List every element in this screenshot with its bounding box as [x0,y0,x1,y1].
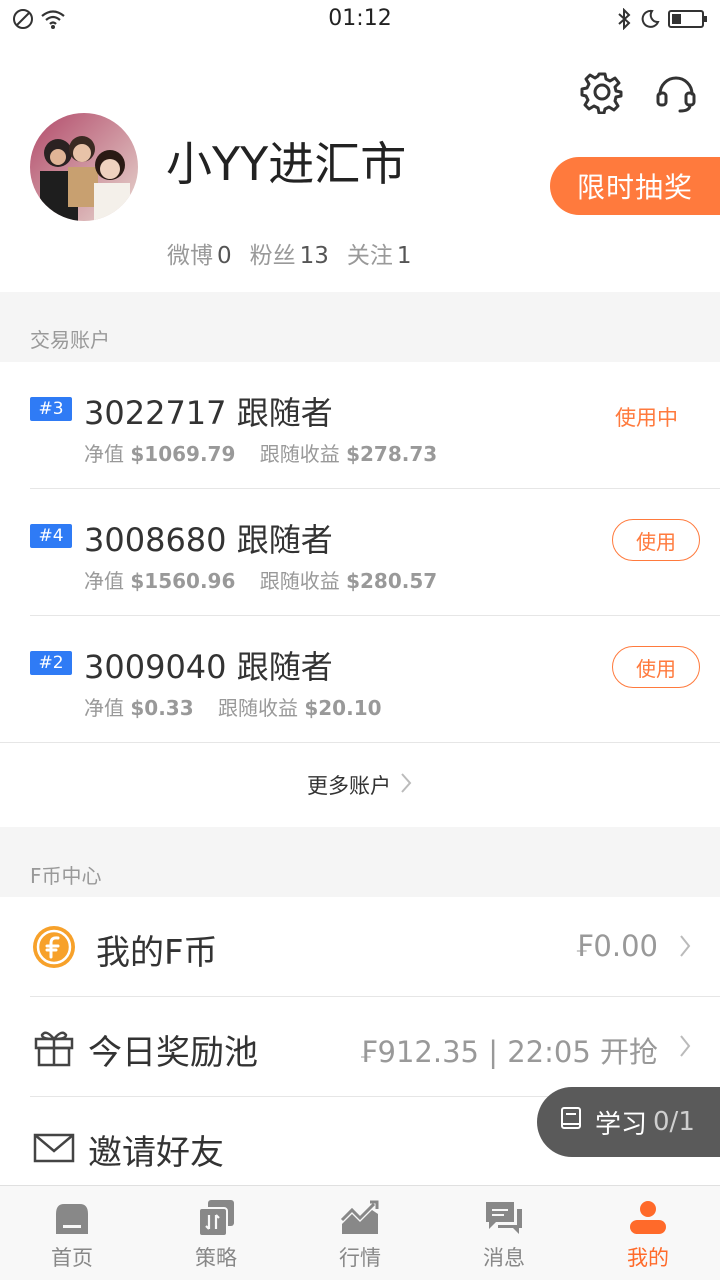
stat-value: 1 [396,243,412,269]
profile-header: 小YY进汇市 限时抽奖 微博 0 粉丝 13 关注 1 [0,40,720,292]
stat-label: 微博 [167,243,213,269]
moon-icon [640,8,660,34]
reward-pool-value: ₣912.35 | 22:05 开抢 [359,1035,658,1069]
use-account-button[interactable]: 使用 [612,646,700,688]
tab-label: 首页 [51,1246,93,1270]
book-icon [559,1106,583,1139]
gain-label: 跟随收益 [259,569,340,593]
my-fcoin-value: ₣0.00 [574,929,658,963]
fcoin-section-title: F币中心 [30,864,102,888]
reward-pool-row[interactable]: 今日奖励池 ₣912.35 | 22:05 开抢 [0,997,720,1097]
in-use-status: 使用中 [615,406,678,430]
chevron-right-icon [678,1033,692,1063]
net-value: $1069.79 [130,442,236,466]
account-row[interactable]: #4 3008680 跟随者 净值 $1560.96 跟随收益 $280.57 … [0,489,720,616]
net-value: $1560.96 [130,569,236,593]
accounts-list: #3 3022717 跟随者 净值 $1069.79 跟随收益 $278.73 … [0,362,720,827]
chat-icon [484,1198,524,1238]
account-summary: 净值 $1560.96 跟随收益 $280.57 [84,565,455,594]
top-actions [580,70,698,115]
bluetooth-icon [616,7,632,34]
account-summary: 净值 $0.33 跟随收益 $20.10 [84,692,400,721]
study-label: 学习 [595,1109,648,1140]
user-icon [628,1198,668,1238]
username: 小YY进汇市 [166,137,407,191]
net-value: $0.33 [130,696,194,720]
study-float-button[interactable]: 学习 0/1 [537,1087,720,1157]
tab-messages[interactable]: 消息 [432,1186,576,1280]
gain-label: 跟随收益 [259,442,340,466]
account-title: 3022717 跟随者 [84,394,333,432]
profile-stats: 微博 0 粉丝 13 关注 1 [167,236,412,270]
status-bar: 01:12 [0,0,720,40]
strategy-icon [196,1198,236,1238]
gain-value: $278.73 [346,442,438,466]
account-row[interactable]: #3 3022717 跟随者 净值 $1069.79 跟随收益 $278.73 … [0,362,720,489]
net-label: 净值 [84,696,124,720]
tab-market[interactable]: 行情 [288,1186,432,1280]
tab-me[interactable]: 我的 [576,1186,720,1280]
tab-home[interactable]: 首页 [0,1186,144,1280]
gift-icon [32,1025,76,1069]
net-label: 净值 [84,442,124,466]
chevron-right-icon [399,771,413,800]
stat-label: 关注 [346,243,393,269]
reward-pool-label: 今日奖励池 [88,1033,258,1073]
account-badge: #3 [30,397,72,421]
chevron-right-icon [678,933,692,963]
study-count: 0/1 [653,1107,695,1137]
account-title: 3008680 跟随者 [84,521,333,559]
account-badge: #4 [30,524,72,548]
home-icon [52,1198,92,1238]
account-title: 3009040 跟随者 [84,648,333,686]
tab-strategy[interactable]: 策略 [144,1186,288,1280]
my-fcoin-row[interactable]: 我的F币 ₣0.00 [0,897,720,997]
gain-value: $20.10 [304,696,382,720]
account-summary: 净值 $1069.79 跟随收益 $278.73 [84,438,455,467]
avatar[interactable] [30,113,138,221]
stat-value: 13 [299,243,329,269]
invite-friends-label: 邀请好友 [88,1133,224,1173]
bottom-tabbar: 首页 策略 行情 消息 我的 [0,1185,720,1280]
chart-icon [340,1198,380,1238]
use-account-button[interactable]: 使用 [612,519,700,561]
account-badge: #2 [30,651,72,675]
battery-icon [668,9,708,33]
tab-label: 消息 [483,1246,525,1270]
gear-icon[interactable] [580,70,624,115]
stat-following[interactable]: 关注 1 [347,236,412,270]
account-row[interactable]: #2 3009040 跟随者 净值 $0.33 跟随收益 $20.10 使用 [0,616,720,743]
fcoin-icon [32,925,76,969]
more-accounts-label: 更多账户 [307,774,391,798]
net-label: 净值 [84,569,124,593]
tab-label: 行情 [339,1246,381,1270]
stat-fans[interactable]: 粉丝 13 [250,236,329,270]
stat-weibo[interactable]: 微博 0 [167,236,232,270]
tab-label: 策略 [195,1246,237,1270]
status-time: 01:12 [328,6,392,31]
accounts-section-title: 交易账户 [30,328,110,352]
tab-label: 我的 [627,1246,669,1270]
headset-icon[interactable] [654,70,698,114]
lottery-button[interactable]: 限时抽奖 [550,157,720,215]
stat-label: 粉丝 [249,243,296,269]
gain-value: $280.57 [346,569,438,593]
gain-label: 跟随收益 [217,696,298,720]
more-accounts-link[interactable]: 更多账户 [0,743,720,827]
mail-icon [32,1125,76,1169]
status-right [616,7,708,34]
stat-value: 0 [217,243,232,269]
my-fcoin-label: 我的F币 [96,933,218,973]
